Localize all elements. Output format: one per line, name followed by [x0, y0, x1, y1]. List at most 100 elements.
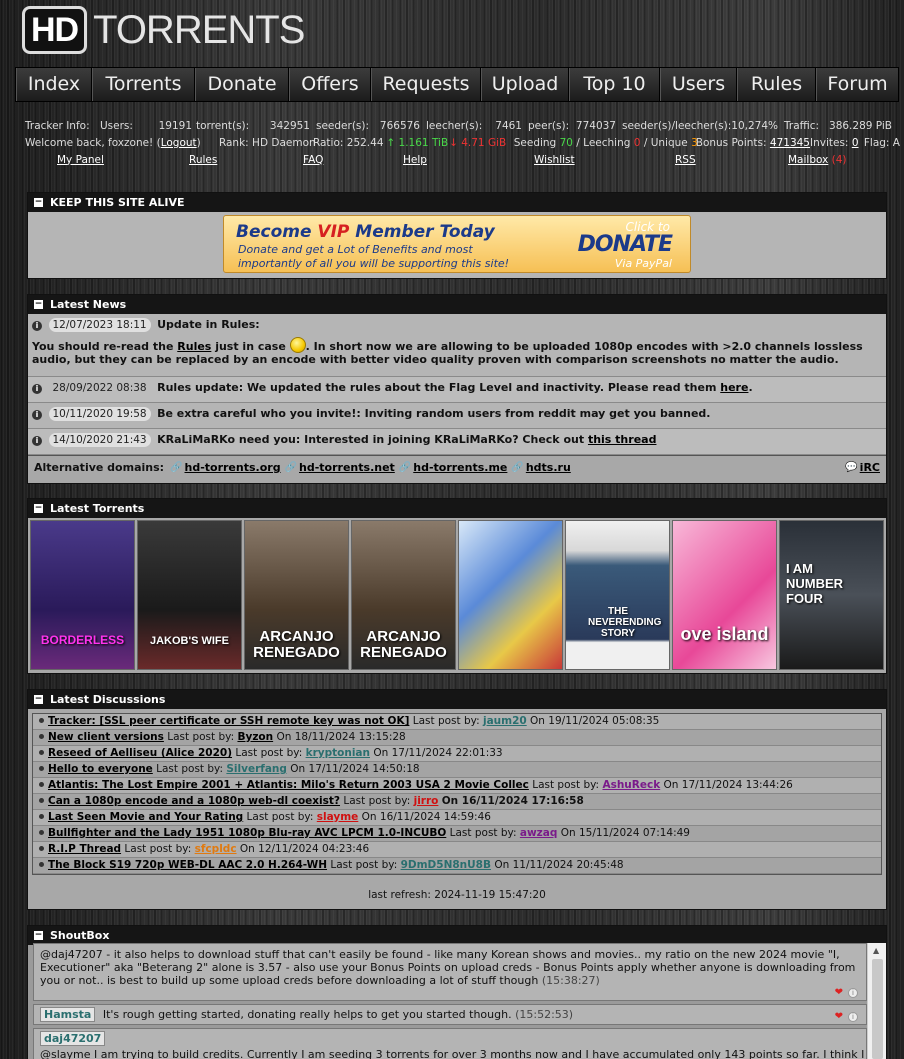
mailbox-link[interactable]: Mailbox: [788, 154, 828, 166]
leeching-count: 0: [633, 136, 641, 149]
donate-banner[interactable]: Become VIP Member Today Donate and get a…: [223, 215, 691, 273]
discussion-date: On 19/11/2024 05:08:35: [530, 715, 660, 727]
nav-rules[interactable]: Rules: [737, 68, 816, 101]
keep-alive-header[interactable]: − KEEP THIS SITE ALIVE: [28, 193, 886, 212]
logo-text: TORRENTS: [93, 7, 305, 52]
seeders-label: seeder(s):: [316, 119, 370, 132]
shoutbox-scrollbar[interactable]: ▲: [867, 943, 886, 1059]
nav-upload[interactable]: Upload: [481, 68, 569, 101]
news-here-link[interactable]: here: [720, 381, 748, 394]
poster-title: JAKOB'S WIFE: [149, 635, 229, 647]
discussion-user-link[interactable]: sfcpldc: [195, 843, 237, 855]
nav-donate[interactable]: Donate: [195, 68, 289, 101]
my-panel-link[interactable]: My Panel: [57, 154, 104, 166]
poster-title: I AM NUMBER FOUR: [786, 561, 844, 606]
collapse-icon[interactable]: −: [34, 504, 43, 513]
news-body: We updated the rules about the Flag Leve…: [243, 381, 721, 394]
news-rules-link[interactable]: Rules: [177, 340, 211, 353]
discussion-row: Tracker: [SSL peer certificate or SSH re…: [33, 714, 881, 730]
nav-index[interactable]: Index: [16, 68, 92, 101]
domain-link[interactable]: hd-torrents.me: [413, 461, 507, 474]
scroll-up-icon[interactable]: ▲: [873, 946, 879, 955]
info-icon[interactable]: i: [848, 987, 858, 998]
rules-link[interactable]: Rules: [189, 154, 217, 166]
nav-torrents[interactable]: Torrents: [92, 68, 195, 101]
alt-domains-label: Alternative domains:: [34, 461, 165, 474]
site-logo[interactable]: HD TORRENTS: [22, 5, 305, 55]
torrent-poster[interactable]: ove island: [672, 520, 777, 670]
discussion-user-link[interactable]: 9DmD5N8nU8B: [401, 859, 491, 871]
bonus-points-link[interactable]: 471345: [770, 137, 810, 149]
collapse-icon[interactable]: −: [34, 931, 43, 940]
news-item: i 10/11/2020 19:58 Be extra careful who …: [28, 403, 886, 429]
discussion-user-link[interactable]: awzaq: [520, 827, 558, 839]
discussions-header[interactable]: − Latest Discussions: [28, 690, 886, 709]
collapse-icon[interactable]: −: [34, 695, 43, 704]
news-body-text: You should re-read the: [32, 340, 178, 353]
discussion-title-link[interactable]: New client versions: [48, 731, 164, 743]
bullet-icon: [39, 766, 44, 771]
shout-actions: ❤ i: [835, 1011, 858, 1022]
discussion-title-link[interactable]: Reseed of Aelliseu (Alice 2020): [48, 747, 232, 759]
seeders-count: 766576: [379, 119, 420, 132]
discussion-user-link[interactable]: kryptonian: [306, 747, 370, 759]
torrents-header[interactable]: − Latest Torrents: [28, 499, 886, 518]
discussion-user-link[interactable]: jaum20: [483, 715, 527, 727]
news-header[interactable]: − Latest News: [28, 295, 886, 314]
bullet-icon: [39, 798, 44, 803]
nav-users[interactable]: Users: [660, 68, 737, 101]
nav-requests[interactable]: Requests: [371, 68, 481, 101]
discussion-title-link[interactable]: Can a 1080p encode and a 1080p web-dl co…: [48, 795, 340, 807]
link-icon: 🔗: [398, 462, 412, 473]
torrent-poster[interactable]: THE NEVERENDING STORY: [565, 520, 670, 670]
last-post-label: Last post by:: [330, 859, 398, 871]
news-date: 10/11/2020 19:58: [48, 407, 151, 421]
discussion-user-link[interactable]: jirro: [414, 795, 439, 807]
torrent-poster[interactable]: JAKOB'S WIFE: [137, 520, 242, 670]
invites-link[interactable]: 0: [852, 137, 859, 149]
torrent-poster[interactable]: ARCANJO RENEGADO: [244, 520, 349, 670]
discussion-title-link[interactable]: Tracker: [SSL peer certificate or SSH re…: [48, 715, 409, 727]
flag-label: Flag: A: [863, 136, 900, 149]
torrent-poster[interactable]: I AM NUMBER FOUR: [779, 520, 884, 670]
collapse-icon[interactable]: −: [34, 198, 43, 207]
discussion-title-link[interactable]: The Block S19 720p WEB-DL AAC 2.0 H.264-…: [48, 859, 327, 871]
discussion-user-link[interactable]: Silverfang: [226, 763, 287, 775]
discussion-title-link[interactable]: Bullfighter and the Lady 1951 1080p Blu-…: [48, 827, 446, 839]
news-thread-link[interactable]: this thread: [588, 433, 657, 446]
heart-icon[interactable]: ❤: [835, 1011, 843, 1022]
rss-link[interactable]: RSS: [675, 154, 696, 166]
user-rank: Rank: HD Daemon: [218, 136, 316, 149]
shout-user[interactable]: daj47207: [40, 1031, 106, 1046]
faq-link[interactable]: FAQ: [303, 154, 323, 166]
heart-icon[interactable]: ❤: [835, 987, 843, 998]
bullet-icon: [39, 814, 44, 819]
discussions-panel: − Latest Discussions Tracker: [SSL peer c…: [27, 689, 887, 910]
keep-alive-body: Become VIP Member Today Donate and get a…: [28, 212, 886, 278]
info-icon[interactable]: i: [848, 1011, 858, 1022]
discussion-date: On 17/11/2024 14:50:18: [290, 763, 420, 775]
domain-link[interactable]: hdts.ru: [526, 461, 571, 474]
logout-link[interactable]: Logout: [161, 137, 197, 149]
discussion-user-link[interactable]: AshuReck: [602, 779, 660, 791]
irc-link[interactable]: iRC: [860, 461, 880, 474]
nav-top10[interactable]: Top 10: [569, 68, 660, 101]
help-link[interactable]: Help: [403, 154, 427, 166]
torrent-poster[interactable]: [458, 520, 563, 670]
scroll-thumb[interactable]: [872, 959, 883, 1059]
nav-forum[interactable]: Forum: [816, 68, 898, 101]
discussion-user-link[interactable]: slayme: [317, 811, 359, 823]
discussion-title-link[interactable]: Hello to everyone: [48, 763, 153, 775]
domain-link[interactable]: hd-torrents.org: [185, 461, 281, 474]
discussion-user-link[interactable]: Byzon: [237, 731, 273, 743]
discussion-title-link[interactable]: R.I.P Thread: [48, 843, 121, 855]
collapse-icon[interactable]: −: [34, 300, 43, 309]
torrent-poster[interactable]: ARCANJO RENEGADO: [351, 520, 456, 670]
shout-user[interactable]: Hamsta: [40, 1007, 96, 1022]
nav-offers[interactable]: Offers: [289, 68, 371, 101]
discussion-title-link[interactable]: Last Seen Movie and Your Rating: [48, 811, 243, 823]
wishlist-link[interactable]: Wishlist: [534, 154, 575, 166]
torrent-poster[interactable]: BORDERLESS: [30, 520, 135, 670]
discussion-title-link[interactable]: Atlantis: The Lost Empire 2001 + Atlanti…: [48, 779, 529, 791]
domain-link[interactable]: hd-torrents.net: [299, 461, 395, 474]
